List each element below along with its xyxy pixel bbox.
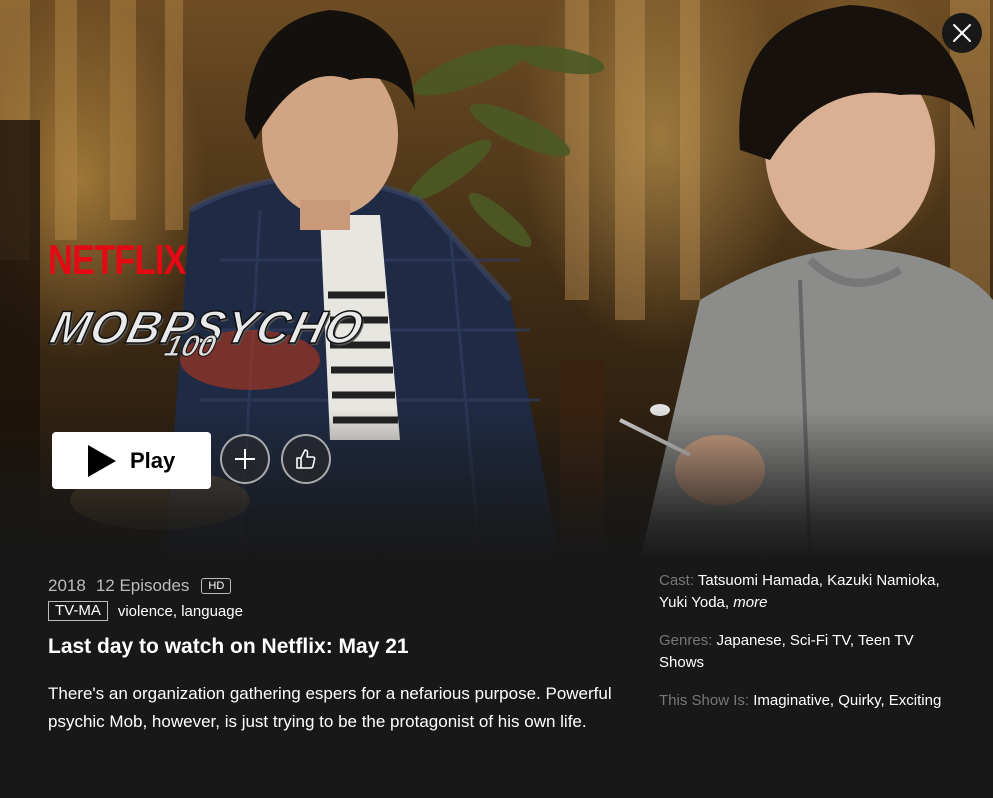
cast-label: Cast: <box>659 572 695 589</box>
netflix-logo: NETFLIX <box>48 236 187 283</box>
play-button-label: Play <box>130 447 176 473</box>
meta-line: 2018 12 Episodes HD <box>48 574 618 598</box>
genres-label: Genres: <box>659 632 713 649</box>
close-icon <box>953 24 971 42</box>
cast-more-link[interactable]: more <box>733 594 767 611</box>
genres-group: Genres: Japanese, Sci-Fi TV, Teen TV Sho… <box>659 630 949 674</box>
close-button[interactable] <box>942 13 982 53</box>
add-to-list-button[interactable] <box>220 434 270 484</box>
tags-panel: Cast: Tatsuomi Hamada, Kazuki Namioka, Y… <box>659 570 949 728</box>
play-button[interactable]: Play <box>52 432 211 489</box>
thumbs-up-icon <box>296 449 316 469</box>
title-logo: MOBPSYCHO 100 <box>45 300 370 363</box>
rating-line: TV-MA violence, language <box>48 600 618 622</box>
release-year: 2018 <box>48 576 86 595</box>
details-panel: 2018 12 Episodes HD TV-MA violence, lang… <box>48 574 618 622</box>
episode-count: 12 Episodes <box>95 576 190 595</box>
title-logo-number: 100 <box>161 330 220 364</box>
rate-button[interactable] <box>281 434 331 484</box>
hd-badge: HD <box>201 578 232 594</box>
traits-group: This Show Is: Imaginative, Quirky, Excit… <box>659 690 949 712</box>
availability-notice: Last day to watch on Netflix: May 21 <box>48 635 409 658</box>
plus-icon <box>235 449 255 469</box>
traits-label: This Show Is: <box>659 692 750 709</box>
cast-group: Cast: Tatsuomi Hamada, Kazuki Namioka, Y… <box>659 570 949 614</box>
synopsis: There's an organization gathering espers… <box>48 684 612 731</box>
play-icon <box>88 444 116 477</box>
traits-list[interactable]: Imaginative, Quirky, Exciting <box>753 692 941 709</box>
maturity-rating-badge: TV-MA <box>48 601 108 621</box>
content-advisories: violence, language <box>117 602 243 620</box>
cast-list[interactable]: Tatsuomi Hamada, Kazuki Namioka, Yuki Yo… <box>659 572 940 611</box>
